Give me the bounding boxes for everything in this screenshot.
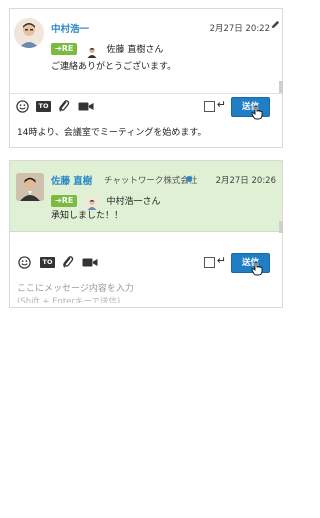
enter-send-checkbox[interactable] [204,101,215,112]
video-icon[interactable] [78,99,94,113]
reply-avatar [86,43,99,58]
paperclip-icon[interactable] [62,255,74,269]
message-input[interactable]: 14時より、会議室でミーティングを始めます。 [10,119,282,147]
message-item: 佐藤 直樹 チャットワーク株式会社 2月27日 20:26 ➔RE 中村浩一さん… [10,161,283,233]
video-icon[interactable] [82,255,98,269]
composer-toolbar: TO ↵ 送信 [10,251,282,276]
hand-cursor-icon [251,105,264,120]
avatar[interactable] [14,18,44,48]
re-badge[interactable]: ➔RE [51,42,78,55]
input-placeholder-hint: (Shift + Enterキーで送信) [17,297,121,303]
company-name: チャットワーク株式会社 [104,176,198,186]
reply-reference: ➔RE 佐藤 直樹さん [51,38,164,58]
reply-to-name: 中村浩一さん [106,197,161,207]
to-icon[interactable]: TO [36,99,51,113]
reply-to-name: 佐藤 直樹さん [106,45,164,55]
re-badge[interactable]: ➔RE [51,194,78,207]
chat-panel-1: 中村浩一 2月27日 20:22 ➔RE 佐藤 直樹さん ご連絡ありがとうござい… [9,8,283,148]
scrollbar[interactable] [279,81,283,93]
sender-name[interactable]: 中村浩一 [51,21,89,35]
chat-panel-2: 佐藤 直樹 チャットワーク株式会社 2月27日 20:26 ➔RE 中村浩一さん… [9,160,283,308]
input-placeholder: ここにメッセージ内容を入力 [17,284,134,294]
unread-dot [186,176,192,182]
to-icon[interactable]: TO [40,255,55,269]
avatar[interactable] [16,173,44,201]
enter-icon: ↵ [216,98,226,111]
composer-toolbar: TO ↵ 送信 [10,95,282,120]
paperclip-icon[interactable] [58,99,70,113]
enter-icon: ↵ [216,254,226,267]
message-body: 承知しました！！ [51,211,124,221]
timestamp: 2月27日 20:26 [215,176,276,186]
enter-send-checkbox[interactable] [204,257,215,268]
smiley-icon[interactable] [16,99,29,113]
reply-reference: ➔RE 中村浩一さん [51,190,161,210]
message-body: ご連絡ありがとうございます。 [51,62,177,72]
smiley-icon[interactable] [18,255,31,269]
reply-avatar [86,195,99,210]
hand-cursor-icon [251,261,264,276]
pencil-icon[interactable] [271,20,280,32]
input-text: 14時より、会議室でミーティングを始めます。 [17,128,207,138]
message-item: 中村浩一 2月27日 20:22 ➔RE 佐藤 直樹さん ご連絡ありがとうござい… [10,9,283,94]
sender-name[interactable]: 佐藤 直樹 [51,173,92,187]
timestamp: 2月27日 20:22 [209,24,270,34]
message-input[interactable]: ここにメッセージ内容を入力 (Shift + Enterキーで送信) [10,275,282,307]
scrollbar[interactable] [279,221,283,233]
